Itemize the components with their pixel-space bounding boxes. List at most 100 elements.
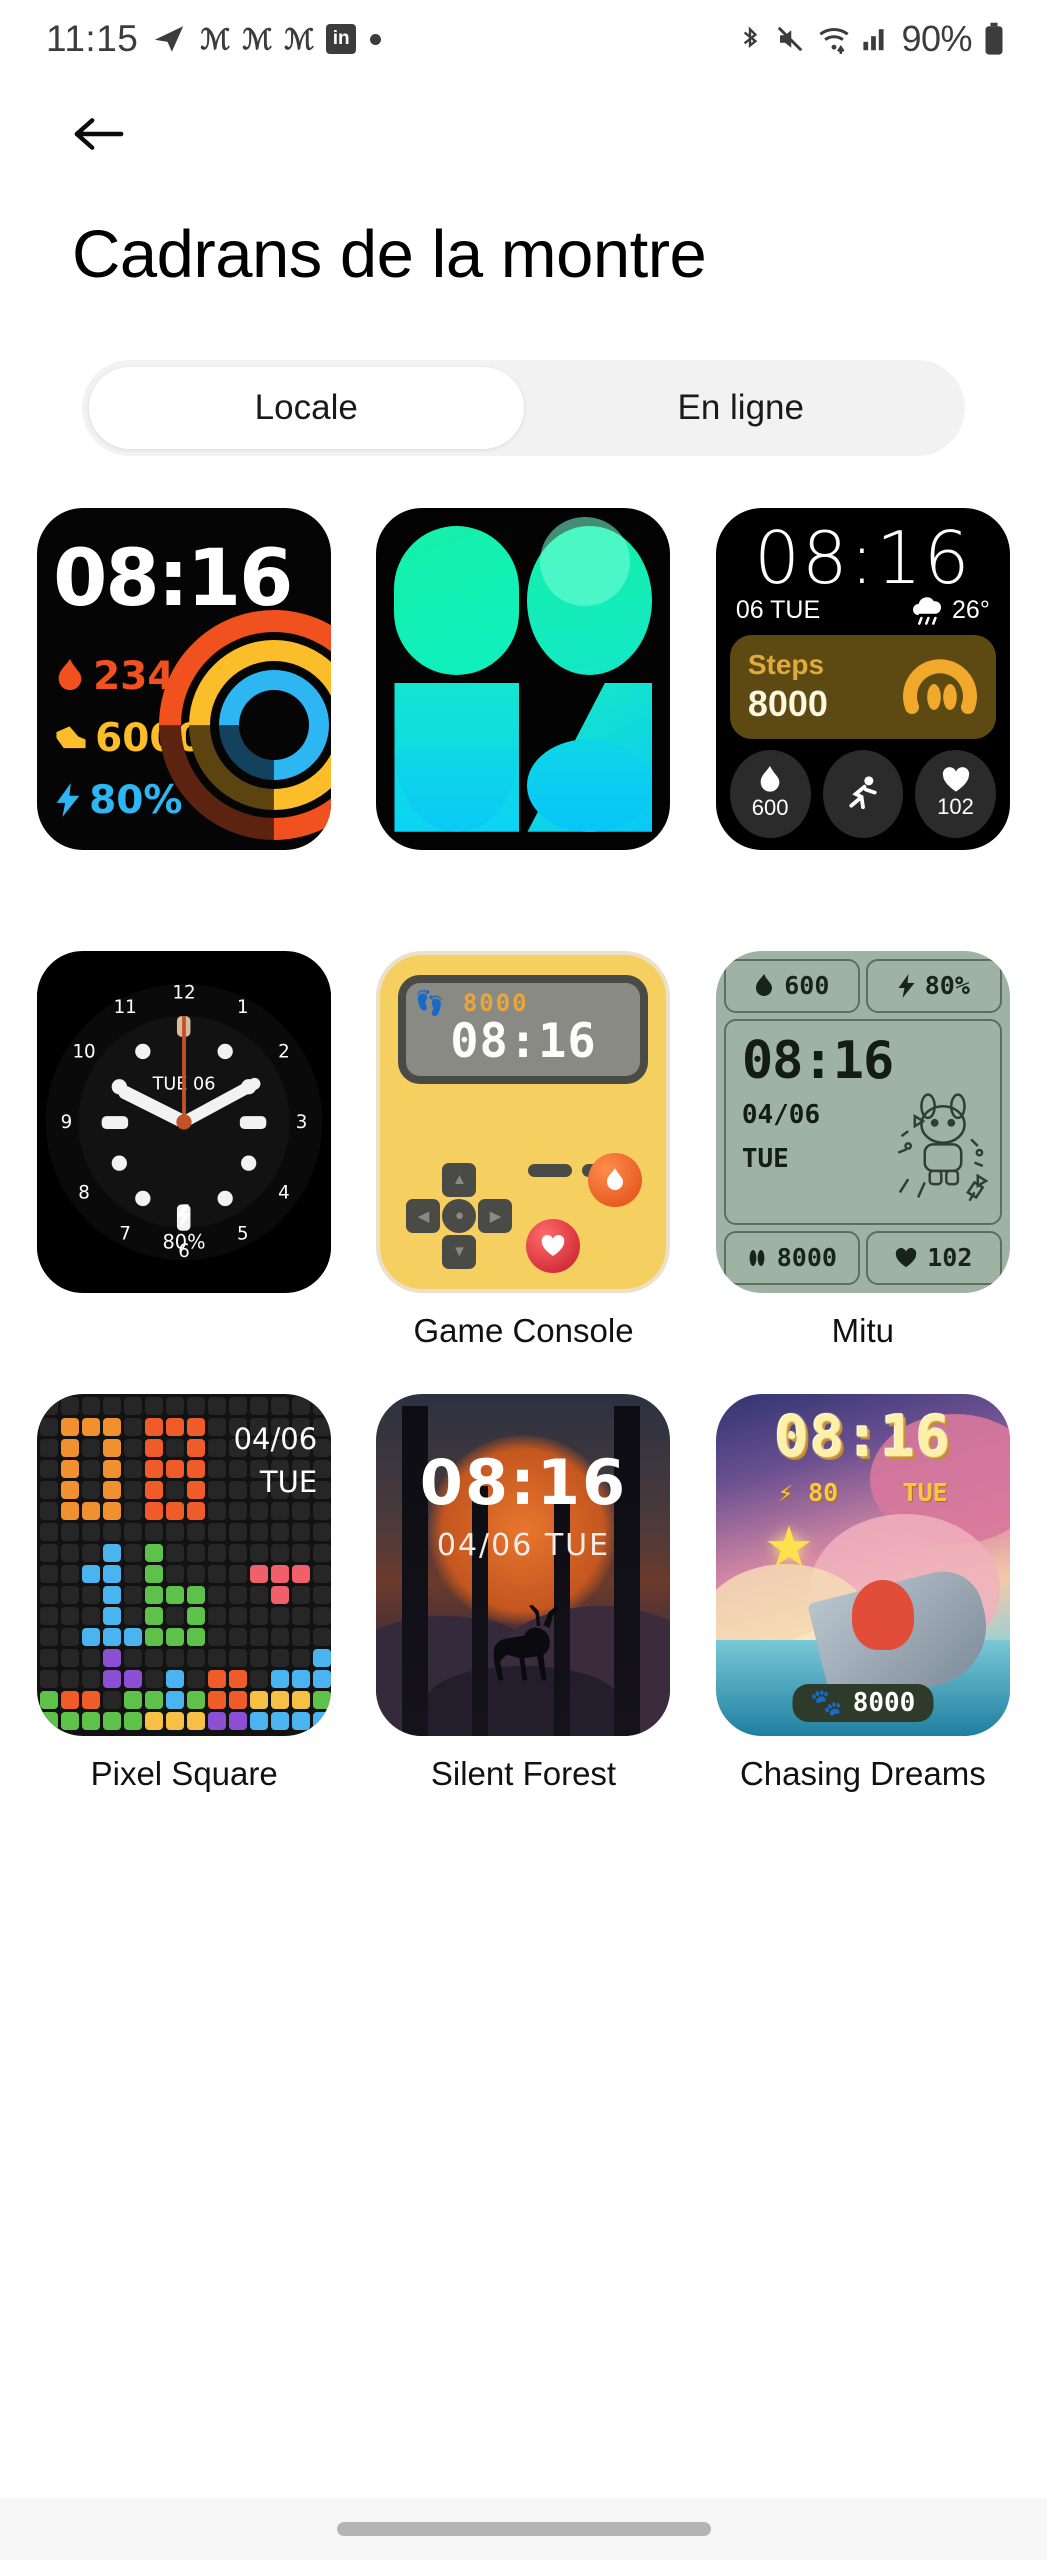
pixel-cell <box>229 1522 248 1541</box>
shape-six <box>527 682 653 832</box>
back-button[interactable] <box>62 97 136 171</box>
watchface-gradient-shapes-face[interactable] <box>376 507 671 850</box>
pixel-cell <box>145 1711 164 1730</box>
pixel-cell <box>313 1564 332 1583</box>
pixel-cell <box>103 1396 122 1415</box>
console-dpad[interactable]: ▲ ◀ ● ▶ ▼ <box>406 1162 514 1271</box>
bolt-icon <box>56 783 80 818</box>
pixel-cell <box>313 1711 332 1730</box>
dpad-center-button[interactable]: ● <box>442 1198 477 1233</box>
svg-text:7: 7 <box>120 1223 132 1244</box>
pixel-cell <box>82 1459 101 1478</box>
dpad-right-button[interactable]: ▶ <box>478 1198 513 1233</box>
console-heart-button[interactable] <box>526 1218 581 1273</box>
pixel-cell <box>250 1396 269 1415</box>
wifi-icon <box>817 24 851 54</box>
svg-text:10: 10 <box>73 1041 96 1062</box>
watchface-chasing-dreams-face[interactable]: ★ 08:16 ⚡ 80 TUE 🐾 8000 <box>715 1393 1010 1736</box>
pixel-date: 04/06 <box>233 1421 318 1456</box>
shooting-star-icon: ★ <box>763 1514 815 1578</box>
dpad-up-button[interactable]: ▲ <box>442 1162 477 1197</box>
pixel-cell <box>271 1690 290 1709</box>
watchface-mitu-face[interactable]: 600 80% 08:16 04/06 TUE 8000 102 <box>715 950 1010 1293</box>
console-time: 08:16 <box>450 1013 597 1069</box>
pixel-cell <box>250 1522 269 1541</box>
pixel-cell <box>103 1711 122 1730</box>
pixel-cell <box>124 1669 143 1688</box>
pixel-cell <box>208 1417 227 1436</box>
pixel-cell <box>145 1648 164 1667</box>
row-spacer <box>30 909 1017 951</box>
watchface-silent-forest-face[interactable]: 08:16 04/06 TUE <box>376 1393 671 1736</box>
pixel-cell <box>124 1459 143 1478</box>
pixel-cell <box>271 1627 290 1646</box>
pixel-cell <box>82 1417 101 1436</box>
pixel-cell <box>250 1543 269 1562</box>
watchface-steps-card-face[interactable]: 08:16 06 TUE 26° Steps 8000 600 102 <box>715 507 1010 850</box>
pixel-cell <box>250 1564 269 1583</box>
pixel-cell <box>145 1606 164 1625</box>
pixel-cell <box>103 1627 122 1646</box>
pixel-cell <box>292 1606 311 1625</box>
pixel-cell <box>103 1564 122 1583</box>
pixel-cell <box>250 1606 269 1625</box>
pixel-cell <box>103 1480 122 1499</box>
mitu-bunny-icon <box>897 1093 989 1202</box>
pixel-cell <box>124 1396 143 1415</box>
watchface-cell: 12 1 2 345 678 9 10 11 TUE 06 80% <box>30 950 338 1352</box>
deer-silhouette <box>481 1603 577 1700</box>
watchface-pixel-square-face[interactable]: 04/06 TUE <box>37 1393 332 1736</box>
mitu-time: 08:16 <box>741 1030 895 1091</box>
pixel-cell <box>40 1438 59 1457</box>
pixel-cell <box>82 1501 101 1520</box>
pixel-cell <box>145 1690 164 1709</box>
runner-icon <box>849 776 877 809</box>
console-select-button[interactable] <box>528 1163 573 1177</box>
tab-locale[interactable]: Locale <box>89 366 524 449</box>
watchface-cell: 600 80% 08:16 04/06 TUE 8000 102 Mitu <box>709 950 1017 1352</box>
pixel-cell <box>208 1543 227 1562</box>
watchface-steps-label: Steps <box>747 648 825 680</box>
pixel-cell <box>229 1690 248 1709</box>
pixel-cell <box>292 1648 311 1667</box>
pixel-cell <box>292 1396 311 1415</box>
watchface-steps-value: 8000 <box>747 682 828 724</box>
pixel-cell <box>61 1417 80 1436</box>
console-flame-button[interactable] <box>588 1152 643 1207</box>
pixel-cell <box>208 1627 227 1646</box>
pixel-cell <box>187 1522 206 1541</box>
console-steps-line: 👣 8000 <box>414 989 632 1017</box>
tab-bar: Locale En ligne <box>82 359 965 456</box>
tab-en-ligne[interactable]: En ligne <box>524 367 959 449</box>
watchface-game-console-face[interactable]: 👣 8000 08:16 ▲ ◀ ● ▶ ▼ <box>376 950 671 1293</box>
forest-time-block: 08:16 04/06 TUE <box>376 1451 670 1563</box>
pixel-cell <box>124 1690 143 1709</box>
pixel-cell <box>313 1627 332 1646</box>
pixel-cell <box>124 1543 143 1562</box>
home-gesture-pill[interactable] <box>336 2522 711 2536</box>
pixel-cell <box>229 1606 248 1625</box>
pixel-cell <box>82 1648 101 1667</box>
watchface-name: Silent Forest <box>430 1754 617 1792</box>
mitu-steps-value: 8000 <box>776 1243 837 1273</box>
svg-text:8: 8 <box>78 1182 90 1203</box>
pixel-cell <box>40 1585 59 1604</box>
watchface-cell: 08:16 06 TUE 26° Steps 8000 600 102 <box>709 507 1017 909</box>
dpad-down-button[interactable]: ▼ <box>442 1234 477 1269</box>
watchface-cell: 04/06 TUE Pixel Square <box>30 1393 338 1795</box>
flame-icon <box>760 766 780 792</box>
flame-icon <box>756 973 773 996</box>
pixel-cell <box>145 1480 164 1499</box>
watchface-rings-face[interactable]: 08:16 234 6000 80% <box>37 507 332 850</box>
pixel-cell <box>145 1543 164 1562</box>
pixel-cell <box>292 1669 311 1688</box>
dpad-left-button[interactable]: ◀ <box>406 1198 441 1233</box>
watchface-cell: 👣 8000 08:16 ▲ ◀ ● ▶ ▼ Game Console <box>369 950 677 1352</box>
pixel-cell <box>103 1690 122 1709</box>
pixel-cell <box>61 1606 80 1625</box>
heart-icon <box>942 767 969 792</box>
status-bar: 11:15 ℳ ℳ ℳ in 90% <box>0 0 1047 78</box>
flame-icon <box>58 659 82 691</box>
status-bar-left: 11:15 ℳ ℳ ℳ in <box>46 18 382 60</box>
watchface-analog-face[interactable]: 12 1 2 345 678 9 10 11 TUE 06 80% <box>37 950 332 1293</box>
